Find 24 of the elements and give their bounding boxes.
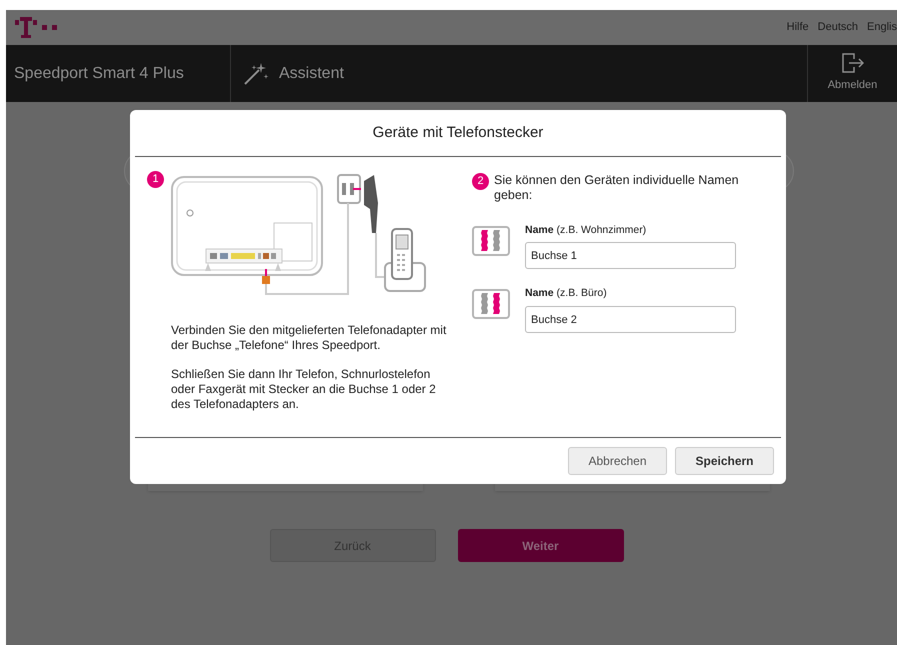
phone-socket-icon (472, 226, 510, 256)
instruction-text: Verbinden Sie den mitgelieferten Telefonadapter mit der Buchse „Telefone“ Ihres Speedport. (171, 322, 448, 352)
language-link[interactable]: Hilfe (786, 19, 809, 36)
field-label: Name (z.B. Wohnzimmer) (525, 222, 648, 238)
save-button[interactable]: Speichern (675, 447, 774, 475)
step-description: Sie können den Geräten individuelle Namen geben: (494, 172, 740, 202)
name-input[interactable]: Buchse 1 (525, 242, 736, 270)
assistant-tab[interactable]: Assistent (231, 45, 344, 102)
phone-socket-icon (472, 289, 510, 320)
product-name: Speedport Smart 4 Plus (14, 64, 184, 84)
step-number: 1 (147, 170, 164, 188)
cancel-button[interactable]: Abbrechen (568, 447, 667, 475)
magic-wand-icon (243, 62, 269, 86)
language-link[interactable]: Englis (867, 19, 897, 36)
instruction-text: Schließen Sie dann Ihr Telefon, Schnurlostelefon oder Faxgerät mit Stecker an die Buchse 1 oder 2 des Telefonadapters an. (171, 366, 437, 412)
step-number: 2 (472, 172, 489, 190)
language-link[interactable]: Deutsch (818, 19, 858, 36)
dialog-title: Geräte mit Telefonstecker (135, 110, 781, 156)
logout-icon (842, 53, 864, 74)
field-label: Name (z.B. Büro) (525, 286, 608, 302)
name-input[interactable]: Buchse 2 (525, 306, 736, 333)
logout-button[interactable]: Abmelden (807, 45, 897, 102)
next-button[interactable]: Weiter (458, 529, 624, 562)
logo-icon (15, 16, 57, 38)
